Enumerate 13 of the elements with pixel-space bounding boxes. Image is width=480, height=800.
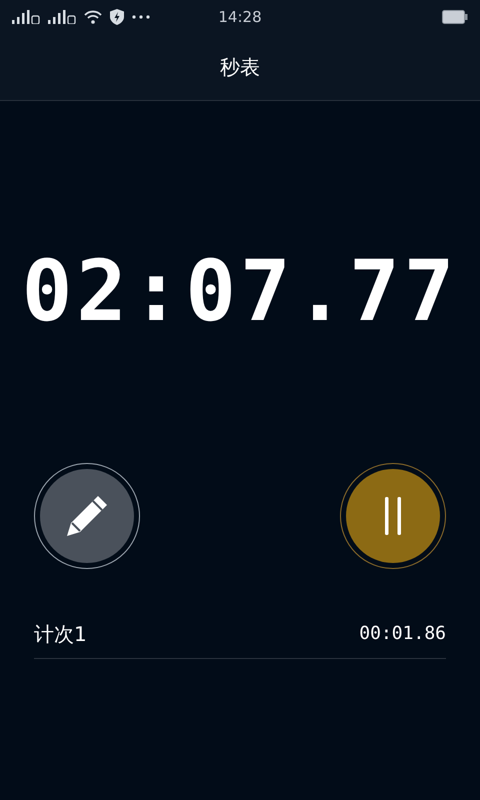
pencil-icon (65, 494, 109, 538)
signal-icon (12, 10, 40, 24)
battery-icon (442, 10, 468, 24)
header-title: 秒表 (220, 54, 260, 81)
wifi-icon (84, 10, 102, 24)
status-time: 14:28 (218, 6, 262, 28)
shield-icon (110, 9, 124, 25)
lap-label: 计次1 (34, 620, 87, 648)
pause-icon (383, 497, 403, 535)
signal-icon (48, 10, 76, 24)
lap-time: 00:01.86 (359, 622, 446, 646)
more-icon (132, 15, 150, 19)
stopwatch-time: 02:07.77 (22, 249, 458, 333)
